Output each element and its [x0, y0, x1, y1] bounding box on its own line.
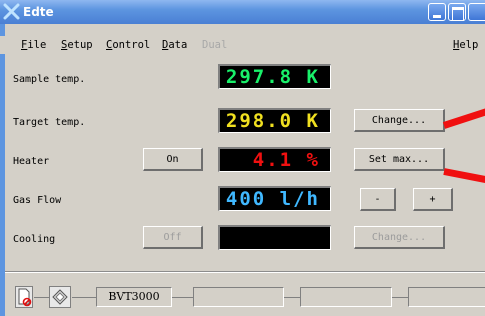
sample-temp-display: 297.8 K	[218, 64, 331, 89]
diamond-icon	[49, 286, 71, 308]
title-bar: Edte	[0, 0, 485, 24]
status-connector	[72, 297, 96, 298]
status-separator	[5, 271, 485, 273]
cooling-display	[218, 225, 331, 250]
heater-set-max-button[interactable]: Set max...	[354, 148, 445, 171]
target-temp-display: 298.0 K	[218, 108, 331, 133]
status-connector	[284, 297, 300, 298]
heater-toggle-button[interactable]: On	[143, 148, 203, 171]
x-logo-icon	[3, 3, 20, 20]
target-change-button[interactable]: Change...	[354, 109, 445, 132]
status-field-4	[408, 287, 485, 307]
status-bar: BVT3000	[5, 276, 485, 316]
target-temp-label: Target temp.	[13, 117, 86, 128]
sample-temp-label: Sample temp.	[13, 74, 86, 85]
close-button[interactable]	[468, 3, 485, 21]
status-field-2	[193, 287, 284, 307]
gas-flow-display: 400 l/h	[218, 186, 331, 211]
status-field-3	[300, 287, 392, 307]
menu-dual: Dual	[202, 39, 228, 51]
window-title: Edte	[23, 5, 54, 19]
device-name-field: BVT3000	[96, 287, 172, 307]
cooling-label: Cooling	[13, 234, 56, 245]
status-connector	[172, 297, 193, 298]
minimize-button[interactable]	[428, 3, 446, 21]
menu-file[interactable]: File	[21, 39, 46, 51]
cooling-change-button: Change...	[354, 226, 445, 249]
no-file-icon	[15, 286, 33, 308]
menu-setup[interactable]: Setup	[61, 39, 93, 51]
status-connector	[34, 297, 49, 298]
heater-display: 4.1 %	[218, 147, 331, 172]
maximize-button[interactable]	[448, 3, 466, 21]
menu-data[interactable]: Data	[162, 39, 187, 51]
menu-bar: File Setup Control Data Dual Help	[0, 36, 485, 54]
menu-control[interactable]: Control	[106, 39, 150, 51]
heater-label: Heater	[13, 156, 50, 167]
gas-increase-button[interactable]: +	[413, 188, 453, 211]
status-connector	[392, 297, 408, 298]
cooling-toggle-button: Off	[143, 226, 203, 249]
gas-decrease-button[interactable]: -	[360, 188, 396, 211]
menu-help[interactable]: Help	[453, 39, 478, 51]
gas-flow-label: Gas Flow	[13, 195, 62, 206]
